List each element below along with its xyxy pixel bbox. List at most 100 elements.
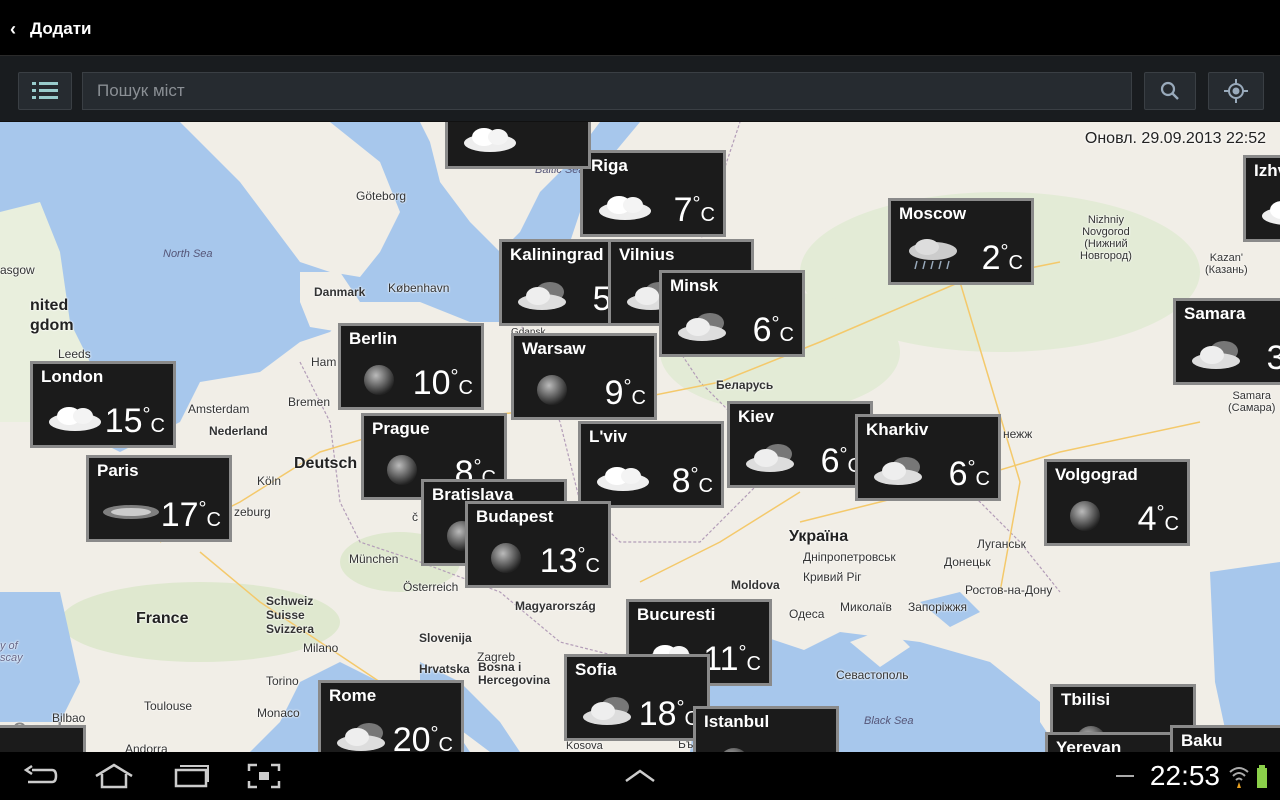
moon-icon [723, 748, 745, 752]
map-label: München [349, 552, 399, 566]
city-weather-card[interactable]: London 15°C [30, 361, 176, 448]
moon-icon [364, 365, 394, 395]
city-temperature: 3°C [1266, 339, 1280, 377]
map-label: Black Sea [864, 715, 914, 727]
city-weather-card[interactable]: Volgograd 4°C [1044, 459, 1190, 546]
home-nav-button[interactable] [92, 760, 136, 792]
city-weather-card[interactable]: Rome 20°C [318, 680, 464, 752]
moon-icon [537, 375, 567, 405]
city-weather-card[interactable] [445, 122, 591, 169]
city-temperature: 17°C [160, 496, 221, 534]
map-label: asgow [0, 263, 35, 277]
list-view-button[interactable] [18, 72, 72, 110]
city-weather-card[interactable]: Kharkiv 6°C [855, 414, 1001, 501]
search-bar [0, 56, 1280, 122]
updated-timestamp: Оновл. 29.09.2013 22:52 [1084, 130, 1266, 147]
weather-map[interactable]: Оновл. 29.09.2013 22:52 North Sea Baltic… [0, 122, 1280, 752]
city-name: Budapest [476, 507, 554, 526]
map-label: Запоріжжя [908, 600, 967, 614]
recent-apps-button[interactable] [170, 760, 214, 792]
city-name: Kaliningrad [510, 245, 604, 264]
map-label: Одеса [789, 607, 825, 621]
map-label: Bosna i Hercegovina [478, 660, 551, 687]
cloudy-icon [49, 407, 101, 431]
back-button[interactable]: ‹ Додати [8, 14, 138, 44]
map-label: Kazan' (Казань) [1205, 252, 1248, 276]
city-name: Warsaw [522, 339, 586, 358]
city-weather-card[interactable]: rid [0, 725, 86, 752]
city-name: Samara [1184, 304, 1246, 323]
city-name: Paris [97, 461, 139, 480]
map-label: Беларусь [716, 378, 774, 392]
moon-icon [491, 543, 521, 573]
map-label: København [388, 281, 450, 295]
moon-icon [1070, 501, 1100, 531]
city-weather-card[interactable]: Kiev6°C [727, 401, 873, 488]
city-name: Kiev [738, 407, 774, 426]
city-temperature: 11°C [703, 640, 761, 678]
map-label: Moldova [731, 578, 780, 592]
city-weather-card[interactable]: Izhv [1243, 155, 1280, 242]
map-label: Magyarország [515, 599, 596, 613]
partly-cloudy-icon [583, 697, 631, 725]
city-weather-card[interactable]: Warsaw 9°C [511, 333, 657, 420]
map-label: Дніпропетровськ [803, 550, 896, 564]
city-temperature: 20°C [392, 721, 453, 752]
map-label: Danmark [314, 285, 366, 299]
battery-status [1254, 760, 1270, 792]
map-label: Deutsch [294, 455, 358, 472]
city-name: Berlin [349, 329, 398, 348]
city-temperature: 4°C [1137, 500, 1179, 538]
city-name: Baku [1181, 731, 1223, 750]
back-nav-button[interactable] [18, 760, 62, 792]
map-label: Hrvatska [419, 662, 470, 676]
map-label: Göteborg [356, 189, 407, 203]
city-weather-card[interactable]: Paris 17°C [86, 455, 232, 542]
dash-icon [1116, 775, 1134, 777]
map-label: Nederland [209, 424, 268, 438]
fog-icon [103, 505, 159, 519]
map-label: Amsterdam [188, 402, 250, 416]
city-name: Volgograd [1055, 465, 1138, 484]
city-name: Minsk [670, 276, 719, 295]
map-label: Milano [303, 641, 339, 655]
city-name: Moscow [899, 204, 967, 223]
search-button[interactable] [1144, 72, 1196, 110]
city-name: Tbilisi [1061, 690, 1111, 709]
screenshot-button[interactable] [244, 760, 284, 792]
home-icon [95, 763, 133, 789]
city-weather-card[interactable]: Baku [1170, 725, 1280, 752]
partly-cloudy-icon [1192, 341, 1240, 369]
map-label: Monaco [257, 706, 300, 720]
city-name: Izhv [1254, 161, 1280, 180]
city-weather-card[interactable]: Samara 3°C [1173, 298, 1280, 385]
map-label: Україна [789, 528, 849, 545]
city-temperature: 6°C [752, 311, 794, 349]
city-weather-card[interactable]: Riga 7°C [580, 150, 726, 237]
city-weather-card[interactable]: Istanbul [693, 706, 839, 752]
city-weather-card[interactable]: Moscow 2°C [888, 198, 1034, 285]
city-name: Vilnius [619, 245, 675, 264]
city-temperature: 13°C [539, 542, 600, 580]
back-label: Додати [30, 19, 92, 38]
city-weather-card[interactable]: Berlin 10°C [338, 323, 484, 410]
city-temperature: 9°C [604, 374, 646, 412]
search-input[interactable] [82, 72, 1132, 110]
map-label: Донецьк [944, 555, 991, 569]
back-arrow-icon [23, 764, 58, 784]
city-weather-card[interactable]: Minsk 6°C [659, 270, 805, 357]
locate-button[interactable] [1208, 72, 1264, 110]
battery-icon [1257, 765, 1267, 788]
city-weather-card[interactable]: Sofia 18°C [564, 654, 710, 741]
map-label: Ростов-на-Дону [965, 583, 1053, 597]
cloudy-icon [1262, 201, 1280, 225]
city-name: Istanbul [704, 712, 770, 731]
wifi-status [1228, 760, 1250, 792]
map-label: France [136, 610, 189, 627]
screenshot-icon [247, 763, 281, 789]
city-weather-card[interactable]: Budapest 13°C [465, 501, 611, 588]
action-bar: ‹ Додати [0, 0, 1280, 56]
menu-up-button[interactable] [620, 760, 660, 792]
map-label: Österreich [403, 580, 459, 594]
city-weather-card[interactable]: L'viv 8°C [578, 421, 724, 508]
